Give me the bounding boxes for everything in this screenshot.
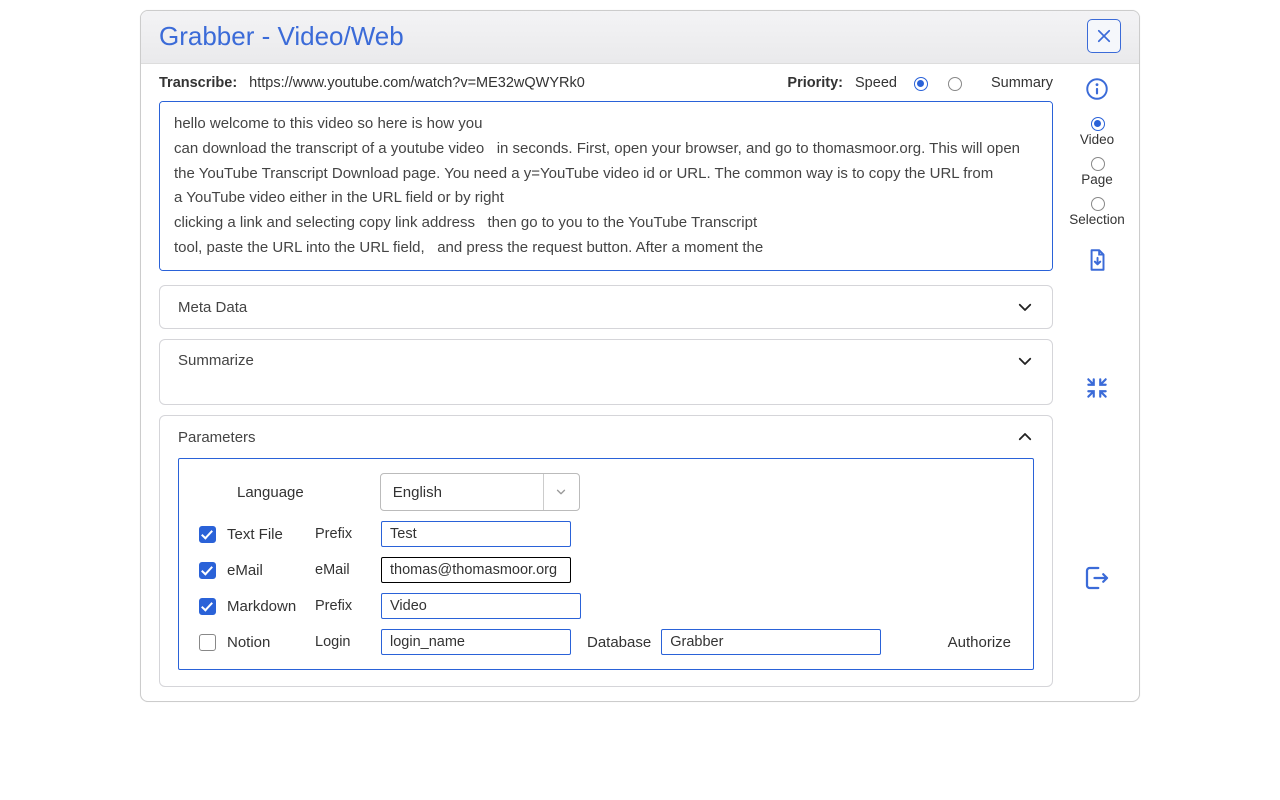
section-summarize-title: Summarize xyxy=(178,352,254,369)
download-button[interactable] xyxy=(1084,247,1110,273)
textfile-prefix-label: Prefix xyxy=(315,526,371,542)
info-button[interactable] xyxy=(1084,76,1110,102)
markdown-prefix-label: Prefix xyxy=(315,598,371,614)
email-checkbox[interactable] xyxy=(199,562,216,579)
textfile-label: Text File xyxy=(227,526,283,543)
section-parameters-header[interactable]: Parameters xyxy=(160,416,1052,458)
email-input[interactable] xyxy=(381,557,571,583)
priority-label: Priority: xyxy=(787,75,843,91)
window-title: Grabber - Video/Web xyxy=(159,21,404,52)
notion-database-label: Database xyxy=(587,634,651,651)
grabber-window: Grabber - Video/Web Transcribe: https://… xyxy=(140,10,1140,702)
transcribe-row: Transcribe: https://www.youtube.com/watc… xyxy=(159,74,1053,91)
textfile-prefix-input[interactable] xyxy=(381,521,571,547)
notion-database-input[interactable] xyxy=(661,629,881,655)
markdown-label: Markdown xyxy=(227,598,296,615)
chevron-down-icon xyxy=(1016,298,1034,316)
priority-summary-label: Summary xyxy=(991,75,1053,91)
chevron-down-icon xyxy=(543,474,579,510)
section-summarize: Summarize xyxy=(159,339,1053,405)
close-icon xyxy=(1095,27,1113,45)
section-metadata: Meta Data xyxy=(159,285,1053,329)
markdown-checkbox[interactable] xyxy=(199,598,216,615)
section-parameters: Parameters Language English xyxy=(159,415,1053,687)
textfile-checkbox[interactable] xyxy=(199,526,216,543)
mode-page-radio[interactable] xyxy=(1091,157,1105,171)
mode-video-radio[interactable] xyxy=(1091,117,1105,131)
email-label: eMail xyxy=(227,562,263,579)
language-label: Language xyxy=(237,484,304,501)
notion-checkbox[interactable] xyxy=(199,634,216,651)
section-summarize-header[interactable]: Summarize xyxy=(160,340,1052,404)
section-parameters-title: Parameters xyxy=(178,429,256,446)
mode-selection-label: Selection xyxy=(1069,212,1125,227)
export-button[interactable] xyxy=(1082,563,1112,593)
mode-selection-radio[interactable] xyxy=(1091,197,1105,211)
mode-video-label: Video xyxy=(1080,132,1114,147)
close-button[interactable] xyxy=(1087,19,1121,53)
chevron-up-icon xyxy=(1016,428,1034,446)
mode-page-label: Page xyxy=(1081,172,1113,187)
language-select[interactable]: English xyxy=(380,473,580,511)
transcribe-url: https://www.youtube.com/watch?v=ME32wQWY… xyxy=(249,75,585,91)
priority-summary-radio[interactable] xyxy=(948,77,962,91)
info-icon xyxy=(1084,76,1110,102)
notion-authorize-button[interactable]: Authorize xyxy=(948,634,1017,651)
titlebar: Grabber - Video/Web xyxy=(141,11,1139,64)
notion-login-input[interactable] xyxy=(381,629,571,655)
chevron-down-icon xyxy=(1016,352,1034,370)
priority-speed-radio[interactable] xyxy=(914,77,928,91)
language-value: English xyxy=(393,484,543,501)
section-metadata-header[interactable]: Meta Data xyxy=(160,286,1052,328)
export-icon xyxy=(1082,563,1112,593)
download-file-icon xyxy=(1084,247,1110,273)
mode-group: Video Page Selection xyxy=(1069,114,1125,233)
markdown-prefix-input[interactable] xyxy=(381,593,581,619)
transcribe-label: Transcribe: xyxy=(159,75,237,91)
notion-label: Notion xyxy=(227,634,270,651)
parameters-panel: Language English xyxy=(178,458,1034,670)
email-sublabel: eMail xyxy=(315,562,371,578)
section-metadata-title: Meta Data xyxy=(178,299,247,316)
collapse-button[interactable] xyxy=(1084,375,1110,401)
collapse-icon xyxy=(1084,375,1110,401)
side-toolbar: Video Page Selection xyxy=(1067,74,1127,687)
priority-speed-label: Speed xyxy=(855,75,897,91)
notion-login-label: Login xyxy=(315,634,371,650)
transcript-textarea[interactable] xyxy=(159,101,1053,271)
